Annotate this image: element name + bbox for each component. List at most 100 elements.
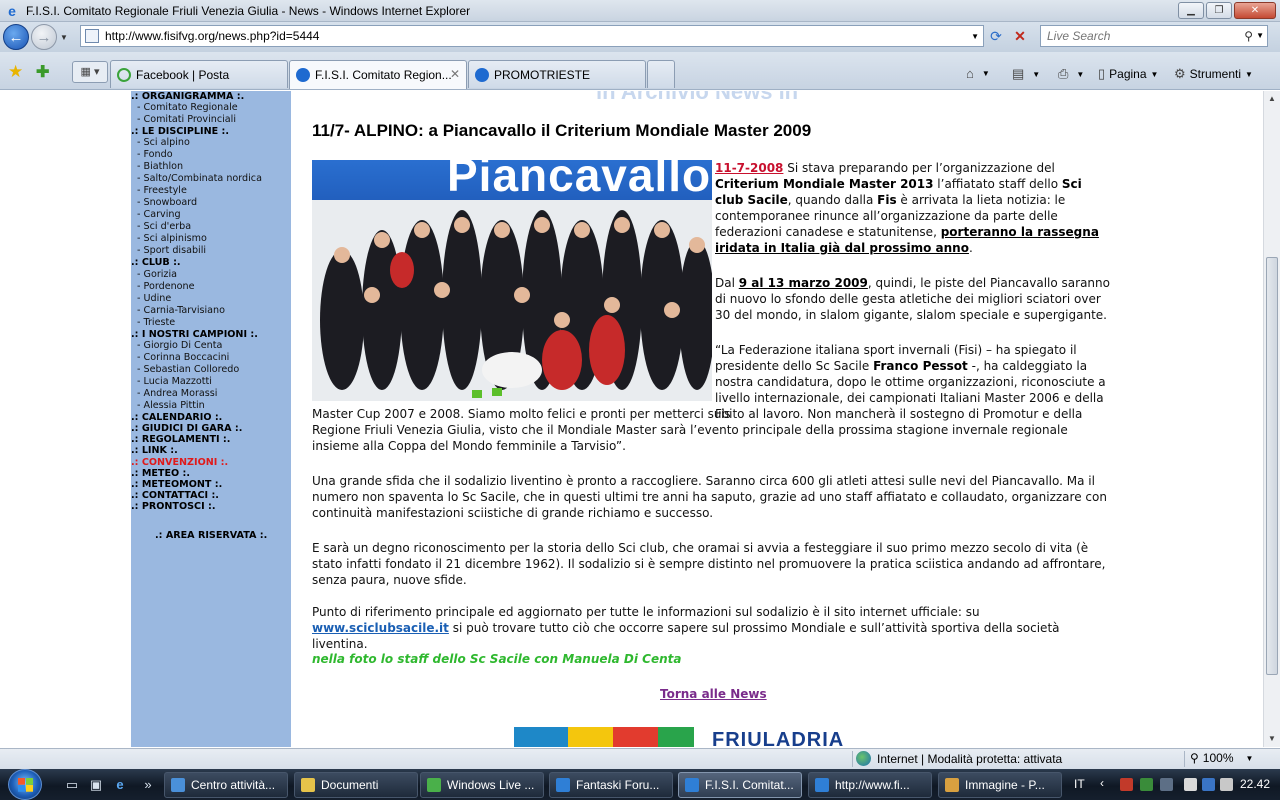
sidebar-item[interactable]: - Sport disabili (131, 245, 291, 257)
back-to-news-link[interactable]: Torna alle News (660, 687, 767, 701)
address-url[interactable]: http://www.fisifvg.org/news.php?id=5444 (105, 29, 319, 43)
back-button[interactable]: ← (3, 24, 29, 50)
taskbar-button[interactable]: http://www.fi... (808, 772, 932, 798)
start-button[interactable] (8, 769, 42, 800)
address-dropdown-icon[interactable]: ▼ (971, 32, 979, 41)
tray-app-icon[interactable] (1120, 778, 1133, 791)
stop-icon[interactable]: ✕ (1010, 26, 1030, 46)
search-box[interactable]: ⚲ ▼ (1040, 25, 1268, 47)
reserved-area-link[interactable]: .: AREA RISERVATA :. (131, 530, 291, 541)
sidebar-item[interactable]: - Carnia-Tarvisiano (131, 305, 291, 317)
clock[interactable]: 22.42 (1240, 777, 1270, 791)
print-button[interactable]: ⎙ ▼ (1058, 66, 1084, 82)
switch-windows-icon[interactable]: ▣ (88, 777, 104, 793)
sidebar-link[interactable]: .: PRONTOSCI :. (131, 501, 291, 512)
sidebar-section-heading[interactable]: .: LE DISCIPLINE :. (131, 126, 291, 137)
sidebar-link[interactable]: .: METEOMONT :. (131, 479, 291, 490)
sidebar-item[interactable]: - Biathlon (131, 161, 291, 173)
sidebar-item[interactable]: - Carving (131, 209, 291, 221)
search-dropdown-icon[interactable]: ▼ (1256, 31, 1264, 40)
home-button[interactable]: ⌂ ▼ (966, 66, 990, 81)
refresh-icon[interactable]: ⟳ (986, 26, 1006, 46)
history-dropdown-icon[interactable]: ▼ (60, 33, 68, 42)
sidebar-item[interactable]: - Udine (131, 293, 291, 305)
sidebar-item[interactable]: - Corinna Boccacini (131, 352, 291, 364)
sidebar-item[interactable]: - Sebastian Colloredo (131, 364, 291, 376)
sidebar-item[interactable]: - Snowboard (131, 197, 291, 209)
minimize-button[interactable]: ▁ (1178, 2, 1204, 19)
sidebar-item[interactable]: - Giorgio Di Centa (131, 340, 291, 352)
sidebar-item[interactable]: - Fondo (131, 149, 291, 161)
quicklaunch-overflow-icon[interactable]: » (140, 777, 156, 793)
quick-tabs-button[interactable]: ▦ ▾ (72, 61, 108, 83)
sidebar-item[interactable]: - Andrea Morassi (131, 388, 291, 400)
sidebar-link[interactable]: .: METEO :. (131, 468, 291, 479)
tab-promotrieste[interactable]: PROMOTRIESTE (468, 60, 646, 88)
tab-close-icon[interactable]: ✕ (450, 67, 460, 81)
restore-button[interactable]: ❐ (1206, 2, 1232, 19)
security-zone[interactable]: Internet | Modalità protetta: attivata (856, 751, 1062, 766)
sidebar-section-heading[interactable]: .: ORGANIGRAMMA :. (131, 91, 291, 102)
tab-fisi[interactable]: F.I.S.I. Comitato Region... ✕ (289, 60, 467, 89)
ie-quicklaunch-icon[interactable]: e (112, 777, 128, 793)
forward-button[interactable]: → (31, 24, 57, 50)
favorites-star-icon[interactable]: ★ (8, 62, 23, 82)
tray-expand-icon[interactable]: ‹ (1100, 776, 1104, 790)
zoom-control[interactable]: ⚲ 100% ▼ (1190, 751, 1253, 765)
taskbar-button[interactable]: Centro attività... (164, 772, 288, 798)
sidebar-link[interactable]: .: REGOLAMENTI :. (131, 434, 291, 445)
close-button[interactable]: ✕ (1234, 2, 1276, 19)
scroll-up-icon[interactable]: ▲ (1264, 91, 1280, 107)
tray-app-icon[interactable] (1140, 778, 1153, 791)
taskbar-button[interactable]: Windows Live ... (420, 772, 544, 798)
taskbar-button[interactable]: Immagine - P... (938, 772, 1062, 798)
taskbar: ▭ ▣ e » Centro attività... Documenti Windo… (0, 769, 1280, 800)
sidebar-section-heading[interactable]: .: I NOSTRI CAMPIONI :. (131, 329, 291, 340)
sidebar-link[interactable]: .: CALENDARIO :. (131, 412, 291, 423)
show-desktop-icon[interactable]: ▭ (64, 777, 80, 793)
feeds-button[interactable]: ▤ ▼ (1012, 66, 1040, 82)
taskbar-button[interactable]: Documenti (294, 772, 418, 798)
search-input[interactable] (1047, 29, 1237, 43)
tools-menu-label: Strumenti (1189, 67, 1242, 81)
article-date-link[interactable]: 11-7-2008 (715, 161, 783, 175)
tab-label: PROMOTRIESTE (494, 67, 591, 82)
page-menu-label: Pagina (1109, 67, 1147, 81)
tab-facebook[interactable]: Facebook | Posta (110, 60, 288, 88)
new-tab-button[interactable] (647, 60, 675, 88)
sidebar-item[interactable]: - Pordenone (131, 281, 291, 293)
vertical-scrollbar[interactable]: ▲ ▼ (1263, 91, 1280, 747)
sidebar-item[interactable]: - Lucia Mazzotti (131, 376, 291, 388)
sidebar-item[interactable]: - Sci alpino (131, 137, 291, 149)
scroll-thumb[interactable] (1266, 257, 1278, 675)
network-icon[interactable] (1202, 778, 1215, 791)
sidebar-item[interactable]: - Comitati Provinciali (131, 114, 291, 126)
sidebar-link[interactable]: .: CONTATTACI :. (131, 490, 291, 501)
address-bar[interactable]: http://www.fisifvg.org/news.php?id=5444 … (80, 25, 984, 47)
sidebar-section-heading[interactable]: .: CLUB :. (131, 257, 291, 268)
tray-app-icon[interactable] (1160, 778, 1173, 791)
sidebar-item[interactable]: - Gorizia (131, 269, 291, 281)
sidebar-item[interactable]: - Sci d'erba (131, 221, 291, 233)
scroll-down-icon[interactable]: ▼ (1264, 731, 1280, 747)
volume-icon[interactable] (1220, 778, 1233, 791)
page-menu[interactable]: ▯ Pagina ▼ (1098, 66, 1158, 82)
sidebar-item[interactable]: - Salto/Combinata nordica (131, 173, 291, 185)
taskbar-app-icon (301, 778, 315, 792)
language-indicator[interactable]: IT (1074, 777, 1085, 791)
sidebar-item[interactable]: - Sci alpinismo (131, 233, 291, 245)
sidebar-item[interactable]: - Comitato Regionale (131, 102, 291, 114)
sidebar-link[interactable]: .: GIUDICI DI GARA :. (131, 423, 291, 434)
safely-remove-icon[interactable] (1184, 778, 1197, 791)
taskbar-button[interactable]: Fantaski Foru... (549, 772, 673, 798)
sidebar-link[interactable]: .: LINK :. (131, 445, 291, 456)
search-icon[interactable]: ⚲ (1244, 29, 1253, 43)
add-favorite-icon[interactable]: ✚ (36, 62, 49, 82)
tools-menu[interactable]: ⚙ Strumenti ▼ (1174, 66, 1253, 82)
sidebar-item[interactable]: - Alessia Pittin (131, 400, 291, 412)
website-link[interactable]: www.sciclubsacile.it (312, 621, 449, 635)
sidebar-item[interactable]: - Trieste (131, 317, 291, 329)
taskbar-button[interactable]: F.I.S.I. Comitat... (678, 772, 802, 798)
sidebar-link[interactable]: .: CONVENZIONI :. (131, 457, 291, 468)
sidebar-item[interactable]: - Freestyle (131, 185, 291, 197)
